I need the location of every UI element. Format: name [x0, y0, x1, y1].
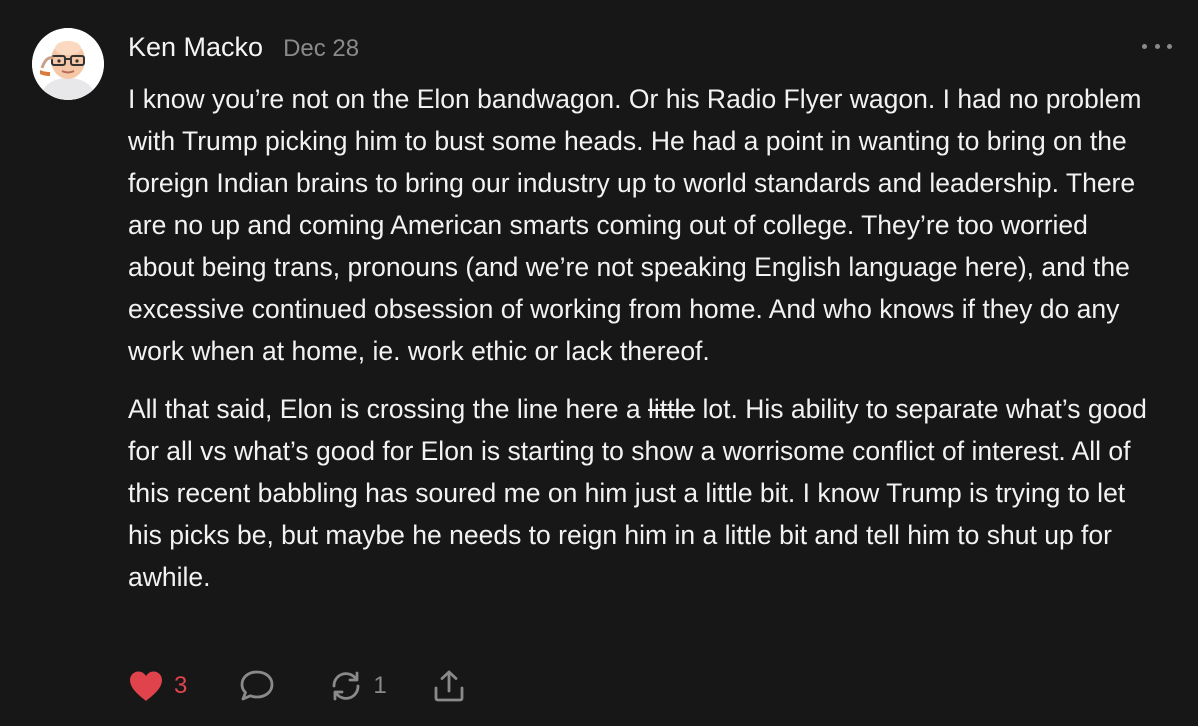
more-dot [1167, 43, 1172, 49]
like-button[interactable]: 3 [128, 670, 187, 702]
bald-man-glasses-avatar-icon [32, 28, 104, 100]
avatar[interactable] [32, 28, 104, 100]
paragraph-2-before: All that said, Elon is crossing the line… [128, 394, 648, 424]
struck-word: little [647, 394, 696, 424]
restack-icon [332, 671, 360, 701]
comment-body: I know you’re not on the Elon bandwagon.… [128, 78, 1158, 598]
share-button[interactable] [433, 669, 465, 703]
more-options-icon[interactable] [1142, 36, 1172, 56]
comment-button[interactable] [239, 669, 275, 703]
comment-paragraph-2: All that said, Elon is crossing the line… [128, 388, 1158, 598]
restack-button[interactable]: 1 [329, 669, 387, 703]
author-name[interactable]: Ken Macko [128, 32, 263, 63]
more-dot [1142, 43, 1147, 49]
heart-icon [130, 671, 162, 701]
comment-paragraph-1: I know you’re not on the Elon bandwagon.… [128, 84, 1142, 366]
more-dot [1154, 43, 1160, 49]
comment-date[interactable]: Dec 28 [283, 35, 359, 63]
comment-bubble-icon [240, 670, 274, 701]
like-count: 3 [174, 672, 188, 699]
restack-count: 1 [373, 672, 387, 699]
action-bar: 3 1 [128, 666, 465, 706]
share-icon [434, 670, 464, 702]
comment-header: Ken Macko Dec 28 [128, 32, 359, 63]
